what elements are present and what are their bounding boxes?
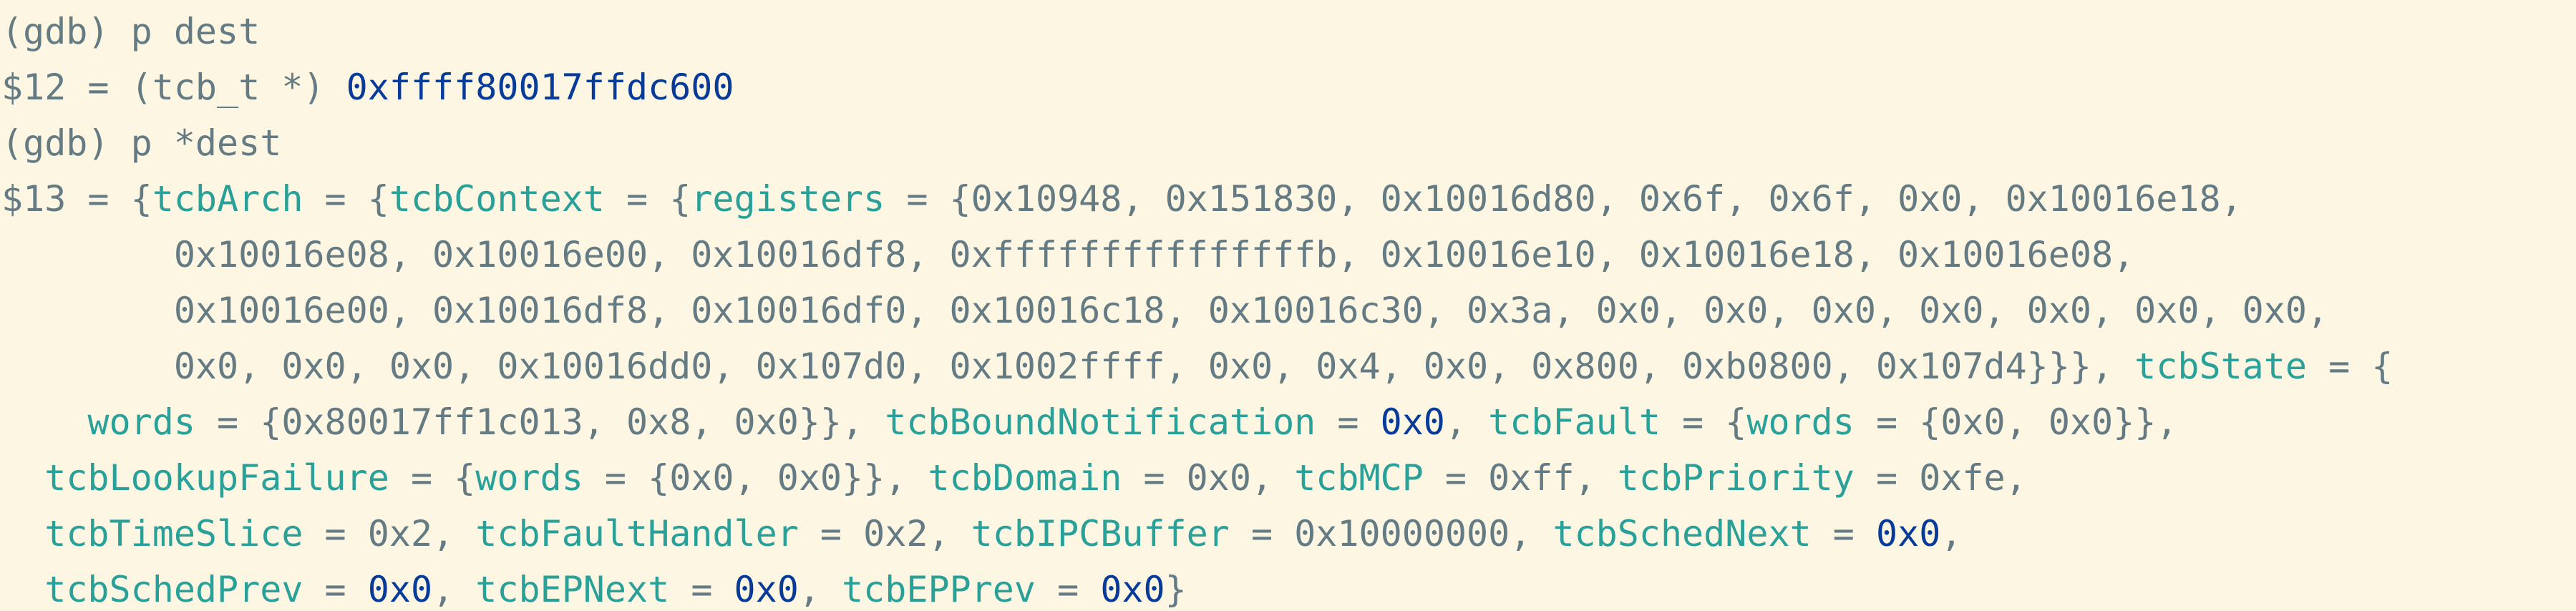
address-value: 0xffff80017ffdc600 bbox=[346, 67, 734, 108]
field-name: tcbFault bbox=[1488, 401, 1661, 443]
address-value: 0x0 bbox=[1100, 569, 1165, 610]
output-text: = { bbox=[1660, 401, 1747, 443]
output-text: , bbox=[1444, 401, 1489, 443]
output-text: $13 = { bbox=[1, 178, 152, 220]
field-name: tcbMCP bbox=[1294, 457, 1424, 499]
output-text: = bbox=[303, 569, 368, 610]
terminal-line: $12 = (tcb_t *) 0xffff80017ffdc600 bbox=[1, 59, 734, 115]
output-text: = 0x10000000, bbox=[1229, 513, 1553, 554]
output-text: 0x10016e08, 0x10016e00, 0x10016df8, 0xff… bbox=[1, 234, 2135, 275]
output-text: = 0x2, bbox=[303, 513, 476, 554]
field-name: tcbLookupFailure bbox=[44, 457, 389, 499]
output-text: = { bbox=[2306, 346, 2393, 387]
terminal-line: tcbLookupFailure = {words = {0x0, 0x0}},… bbox=[1, 450, 2027, 506]
output-text: = 0x0, bbox=[1122, 457, 1295, 499]
output-text: = 0xff, bbox=[1423, 457, 1618, 499]
output-text: , bbox=[798, 569, 842, 610]
output-text: = {0x0, 0x0}}, bbox=[583, 457, 928, 499]
terminal-line: 0x0, 0x0, 0x0, 0x10016dd0, 0x107d0, 0x10… bbox=[1, 338, 2393, 394]
address-value: 0x0 bbox=[1380, 401, 1445, 443]
output-text: $12 = (tcb_t *) bbox=[1, 67, 346, 108]
field-name: tcbFaultHandler bbox=[475, 513, 799, 554]
field-name: tcbIPCBuffer bbox=[971, 513, 1230, 554]
field-name: tcbPriority bbox=[1617, 457, 1855, 499]
output-text: = { bbox=[303, 178, 389, 220]
address-value: 0x0 bbox=[734, 569, 799, 610]
terminal-line: tcbSchedPrev = 0x0, tcbEPNext = 0x0, tcb… bbox=[1, 562, 1187, 611]
field-name: registers bbox=[691, 178, 885, 220]
output-text: = {0x0, 0x0}}, bbox=[1854, 401, 2178, 443]
output-text: = bbox=[1036, 569, 1101, 610]
field-name: tcbEPNext bbox=[475, 569, 670, 610]
output-text: = 0xfe, bbox=[1854, 457, 2027, 499]
output-text: (gdb) p dest bbox=[1, 11, 261, 52]
address-value: 0x0 bbox=[367, 569, 433, 610]
output-text: = { bbox=[389, 457, 476, 499]
output-text: 0x0, 0x0, 0x0, 0x10016dd0, 0x107d0, 0x10… bbox=[1, 346, 2135, 387]
output-text: = 0x2, bbox=[798, 513, 971, 554]
field-name: tcbContext bbox=[389, 178, 605, 220]
output-text: = {0x80017ff1c013, 0x8, 0x0}}, bbox=[195, 401, 885, 443]
terminal-line: $13 = {tcbArch = {tcbContext = {register… bbox=[1, 171, 2242, 227]
output-text: (gdb) p *dest bbox=[1, 122, 282, 164]
terminal-line: 0x10016e08, 0x10016e00, 0x10016df8, 0xff… bbox=[1, 227, 2134, 283]
field-name: words bbox=[475, 457, 583, 499]
output-text: , bbox=[432, 569, 476, 610]
field-name: tcbTimeSlice bbox=[44, 513, 303, 554]
output-text: 0x10016e00, 0x10016df8, 0x10016df0, 0x10… bbox=[1, 290, 2329, 331]
terminal-line: (gdb) p dest bbox=[1, 4, 260, 59]
field-name: tcbSchedPrev bbox=[44, 569, 303, 610]
output-text: = bbox=[669, 569, 734, 610]
output-text: = bbox=[1811, 513, 1876, 554]
field-name: tcbDomain bbox=[928, 457, 1122, 499]
field-name: tcbEPPrev bbox=[842, 569, 1036, 610]
terminal-line: (gdb) p *dest bbox=[1, 115, 281, 171]
field-name: tcbArch bbox=[152, 178, 303, 220]
terminal-line: tcbTimeSlice = 0x2, tcbFaultHandler = 0x… bbox=[1, 506, 1962, 562]
output-text: , bbox=[1940, 513, 1963, 554]
terminal-output[interactable]: (gdb) p dest $12 = (tcb_t *) 0xffff80017f… bbox=[0, 0, 2576, 611]
field-name: tcbSchedNext bbox=[1552, 513, 1812, 554]
output-text: = {0x10948, 0x151830, 0x10016d80, 0x6f, … bbox=[885, 178, 2242, 220]
field-name: words bbox=[87, 401, 195, 443]
terminal-line: words = {0x80017ff1c013, 0x8, 0x0}}, tcb… bbox=[1, 394, 2177, 450]
output-text: = bbox=[1316, 401, 1381, 443]
output-text: } bbox=[1165, 569, 1187, 610]
field-name: tcbBoundNotification bbox=[885, 401, 1316, 443]
field-name: tcbState bbox=[2134, 346, 2307, 387]
address-value: 0x0 bbox=[1875, 513, 1941, 554]
field-name: words bbox=[1746, 401, 1855, 443]
terminal-line: 0x10016e00, 0x10016df8, 0x10016df0, 0x10… bbox=[1, 283, 2328, 338]
output-text: = { bbox=[604, 178, 691, 220]
